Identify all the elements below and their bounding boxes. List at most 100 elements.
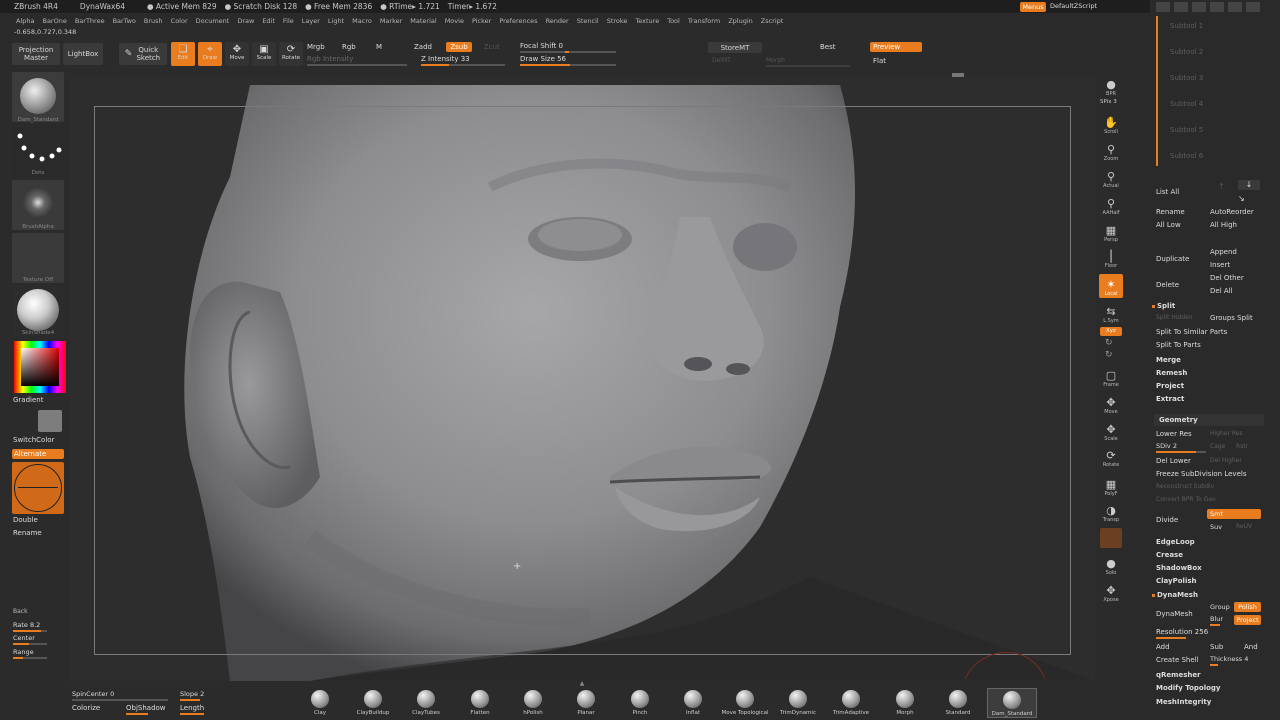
subtool-scroll[interactable] [1156, 2, 1160, 152]
split-similar-button[interactable]: Split To Similar Parts [1156, 328, 1227, 336]
scale-mode-button[interactable]: ▣ Scale [252, 42, 276, 66]
autoreorder-button[interactable]: AutoReorder [1210, 208, 1254, 216]
tray-icon-2[interactable] [1174, 2, 1188, 12]
flat-button[interactable]: Flat [873, 57, 886, 65]
z-intensity-slider[interactable]: Z Intensity 33 [421, 55, 470, 63]
color-picker[interactable] [14, 341, 66, 393]
del-all-button[interactable]: Del All [1210, 287, 1233, 295]
modify-topology-section[interactable]: Modify Topology [1156, 684, 1221, 692]
menu-item-stencil[interactable]: Stencil [573, 17, 603, 25]
projection-master-button[interactable]: Projection Master [12, 43, 60, 65]
menu-item-marker[interactable]: Marker [376, 17, 406, 25]
del-higher-button[interactable]: Del Higher [1210, 457, 1242, 464]
project-toggle[interactable]: Project [1234, 615, 1261, 625]
edit-mode-button[interactable]: ❏ Edit [171, 42, 195, 66]
draw-mode-button[interactable]: ⌖ Draw [198, 42, 222, 66]
menu-item-transform[interactable]: Transform [684, 17, 724, 25]
groups-split-button[interactable]: Groups Split [1210, 314, 1253, 322]
menu-item-light[interactable]: Light [324, 17, 348, 25]
menu-item-bartwo[interactable]: BarTwo [109, 17, 140, 25]
best-button[interactable]: Best [820, 43, 836, 51]
smt-toggle[interactable]: Smt [1207, 509, 1261, 519]
zoom-button[interactable]: ⚲ Zoom [1099, 139, 1123, 163]
aahalf-button[interactable]: ⚲ AAHalf [1099, 193, 1123, 217]
brush-morph[interactable]: Morph [883, 688, 927, 718]
rotate-view-button[interactable]: ⟳ Rotate [1099, 445, 1123, 469]
split-parts-button[interactable]: Split To Parts [1156, 341, 1201, 349]
spincenter-slider[interactable]: SpinCenter 0 [72, 690, 114, 698]
brush-move-topological[interactable]: Move Topological [716, 688, 774, 718]
primary-color-swatch[interactable] [12, 462, 64, 514]
convert-bpr-button[interactable]: Convert BPR To Geo [1156, 496, 1216, 503]
menu-item-file[interactable]: File [279, 17, 298, 25]
list-all-button[interactable]: List All [1156, 188, 1179, 196]
persp-button[interactable]: ▦ Persp [1099, 220, 1123, 244]
focal-shift-slider[interactable]: Focal Shift 0 [520, 42, 563, 50]
stroke-thumbnail[interactable] [12, 126, 64, 176]
brush-dam-standard[interactable]: Dam_Standard [987, 688, 1037, 718]
project-section[interactable]: Project [1156, 382, 1184, 390]
arrow-up-icon[interactable]: ↑ [1218, 182, 1225, 191]
menu-item-brush[interactable]: Brush [140, 17, 167, 25]
menu-item-movie[interactable]: Movie [441, 17, 468, 25]
sdiv-slider[interactable]: SDiv 2 [1156, 442, 1177, 450]
subtool-item[interactable]: Subtool 6 [1170, 152, 1203, 160]
brush-planar[interactable]: Planar [564, 688, 608, 718]
actual-button[interactable]: ⚲ Actual [1099, 166, 1123, 190]
shelf-collapse-arrow-icon[interactable]: ▲ [540, 681, 624, 687]
canvas-viewport[interactable]: + [70, 77, 1095, 681]
subtool-item[interactable]: Subtool 1 [1170, 22, 1203, 30]
menu-item-zplugin[interactable]: Zplugin [724, 17, 757, 25]
length-slider[interactable]: Length [180, 704, 204, 712]
menu-item-picker[interactable]: Picker [468, 17, 495, 25]
center-slider[interactable]: Center [13, 634, 35, 642]
texture-thumbnail[interactable] [12, 233, 64, 283]
sub-button[interactable]: Sub [1210, 643, 1223, 651]
menu-item-macro[interactable]: Macro [348, 17, 376, 25]
brush-hpolish[interactable]: hPolish [511, 688, 555, 718]
crease-section[interactable]: Crease [1156, 551, 1183, 559]
extract-section[interactable]: Extract [1156, 395, 1184, 403]
add-button[interactable]: Add [1156, 643, 1170, 651]
cage-button[interactable]: Cage [1210, 443, 1225, 450]
create-shell-button[interactable]: Create Shell [1156, 656, 1199, 664]
back-button[interactable]: Back [13, 608, 28, 615]
material-thumbnail[interactable] [12, 286, 64, 336]
draw-size-slider[interactable]: Draw Size 56 [520, 55, 566, 63]
menu-item-barone[interactable]: BarOne [38, 17, 70, 25]
lsym-button[interactable]: ⇆ L.Sym [1099, 301, 1123, 325]
secondary-color-swatch[interactable] [38, 410, 62, 432]
meshintegrity-section[interactable]: MeshIntegrity [1156, 698, 1211, 706]
blur-slider[interactable]: Blur [1210, 615, 1223, 623]
brush-claytubes[interactable]: ClayTubes [404, 688, 448, 718]
geometry-section-header[interactable]: Geometry [1159, 416, 1198, 424]
dynamesh-section-header[interactable]: DynaMesh [1157, 591, 1198, 599]
split-hidden-button[interactable]: Split Hidden [1156, 314, 1193, 321]
frame-button[interactable]: ▢ Frame [1099, 365, 1123, 389]
rate-slider[interactable]: Rate 8.2 [13, 621, 40, 629]
arrow-down-right-icon[interactable]: ↘ [1238, 194, 1245, 203]
brush-thumbnail[interactable] [12, 72, 64, 122]
claypolish-section[interactable]: ClayPolish [1156, 577, 1197, 585]
tray-icon-6[interactable] [1246, 2, 1260, 12]
floor-button[interactable]: ⎮ Floor [1099, 246, 1123, 270]
objshadow-slider[interactable]: ObjShadow [126, 704, 166, 712]
shadowbox-section[interactable]: ShadowBox [1156, 564, 1202, 572]
tray-icon-5[interactable] [1228, 2, 1242, 12]
menu-item-stroke[interactable]: Stroke [603, 17, 632, 25]
menu-item-render[interactable]: Render [542, 17, 573, 25]
quick-sketch-button[interactable]: ✎ Quick Sketch [119, 43, 167, 65]
insert-button[interactable]: Insert [1210, 261, 1230, 269]
del-lower-button[interactable]: Del Lower [1156, 457, 1191, 465]
gradient-label[interactable]: Gradient [13, 396, 43, 404]
delmt-button[interactable]: DelMT [712, 57, 731, 64]
delete-button[interactable]: Delete [1156, 281, 1179, 289]
arrow-down-icon[interactable]: ↓ [1238, 180, 1260, 190]
subtool-item[interactable]: Subtool 5 [1170, 126, 1203, 134]
zadd-button[interactable]: Zadd [414, 43, 432, 51]
slope-slider[interactable]: Slope 2 [180, 690, 204, 698]
menu-item-document[interactable]: Document [192, 17, 234, 25]
menu-item-barthree[interactable]: BarThree [71, 17, 109, 25]
append-button[interactable]: Append [1210, 248, 1237, 256]
menu-item-zscript[interactable]: Zscript [757, 17, 788, 25]
